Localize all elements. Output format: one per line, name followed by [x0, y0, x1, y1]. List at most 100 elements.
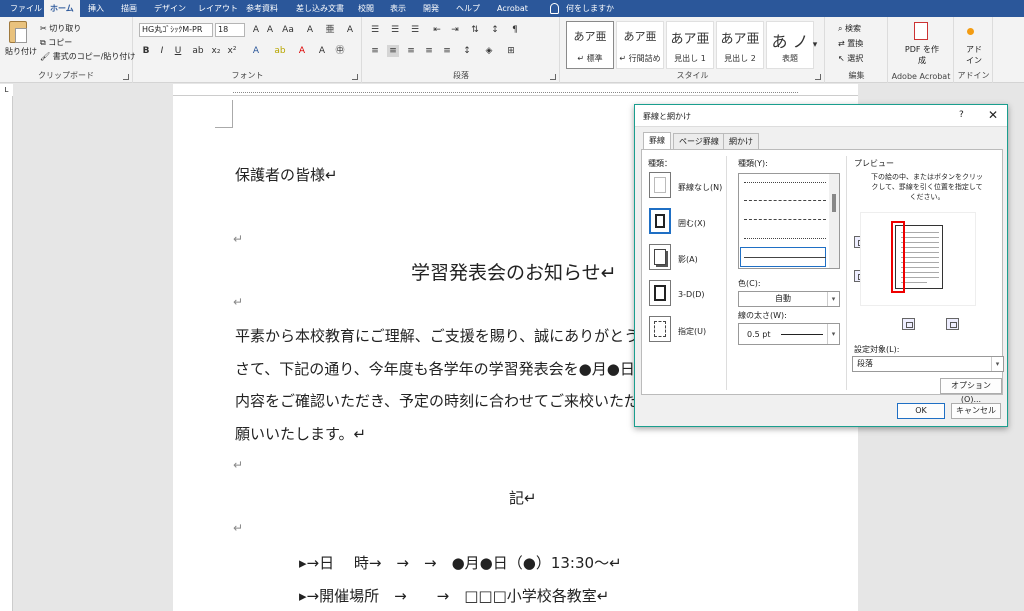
tab-acrobat[interactable]: Acrobat	[491, 0, 534, 17]
show-marks-icon[interactable]: ¶	[509, 24, 521, 36]
style-list-scrollbar[interactable]	[829, 174, 839, 268]
horizontal-ruler[interactable]	[173, 84, 858, 96]
line-style-option[interactable]	[744, 200, 826, 201]
style-heading-1[interactable]: あア亜 見出し 1	[666, 21, 714, 69]
cancel-button[interactable]: キャンセル	[951, 403, 1001, 419]
vertical-ruler[interactable]	[0, 96, 13, 611]
addin-icon[interactable]	[967, 28, 974, 35]
decrease-indent-icon[interactable]: ⇤	[431, 24, 443, 36]
phonetic-icon[interactable]: 亜	[324, 24, 336, 36]
find-button[interactable]: ⌕ 検索	[838, 23, 861, 34]
italic-icon[interactable]: I	[156, 45, 168, 57]
greeting-line[interactable]: 保護者の皆様↵	[235, 164, 338, 185]
setting-3d-button[interactable]	[649, 280, 671, 306]
clear-format-icon[interactable]: A	[304, 24, 316, 36]
bold-icon[interactable]: B	[140, 45, 152, 57]
line-style-option[interactable]	[744, 182, 826, 183]
font-name-field[interactable]: HG丸ｺﾞｼｯｸM-PR	[139, 23, 213, 37]
clipboard-launcher-icon[interactable]	[123, 74, 129, 80]
tab-mailings[interactable]: 差し込み文書	[290, 0, 350, 17]
tab-home[interactable]: ホーム	[44, 0, 80, 17]
line-style-option[interactable]	[744, 257, 826, 258]
tab-shading[interactable]: 網かけ	[723, 133, 759, 149]
copy-button[interactable]: ⧉ コピー	[40, 37, 72, 48]
create-pdf-button[interactable]: PDF を作成	[903, 44, 941, 66]
style-normal[interactable]: あア亜 ↵ 標準	[566, 21, 614, 69]
align-center-icon[interactable]: ≡	[387, 45, 399, 57]
body-line-4[interactable]: 願いいたします。↵	[235, 423, 366, 444]
setting-none-button[interactable]	[649, 172, 671, 198]
line-style-list[interactable]	[738, 173, 840, 269]
style-no-spacing[interactable]: あア亜 ↵ 行間詰め	[616, 21, 664, 69]
tab-layout[interactable]: レイアウト	[192, 0, 244, 17]
document-title[interactable]: 学習発表会のお知らせ↵	[411, 258, 617, 285]
paste-icon[interactable]	[9, 21, 27, 43]
style-heading-2[interactable]: あア亜 見出し 2	[716, 21, 764, 69]
grow-font-icon[interactable]: A	[250, 24, 262, 36]
tab-file[interactable]: ファイル	[4, 0, 48, 17]
setting-shadow-button[interactable]	[649, 244, 671, 270]
border-preview[interactable]	[860, 212, 976, 306]
setting-custom-button[interactable]	[649, 316, 671, 342]
char-shading-icon[interactable]: A	[316, 45, 328, 57]
ki-heading[interactable]: 記↵	[509, 487, 537, 508]
setting-3d-label[interactable]: 3-D(D)	[678, 290, 705, 299]
ok-button[interactable]: OK	[897, 403, 945, 419]
char-border-icon[interactable]: A	[344, 24, 356, 36]
setting-shadow-label[interactable]: 影(A)	[678, 254, 698, 265]
paste-button[interactable]: 貼り付け	[5, 46, 37, 57]
cut-button[interactable]: ✂ 切り取り	[40, 23, 81, 34]
enclose-char-icon[interactable]: ㊥	[334, 45, 346, 57]
align-left-icon[interactable]: ≡	[369, 45, 381, 57]
apply-to-select[interactable]: 段落 ▾	[852, 356, 1004, 372]
multilevel-list-icon[interactable]: ☰	[409, 24, 421, 36]
body-line-3[interactable]: 内容をご確認いただき、予定の時刻に合わせてご来校いただ	[235, 390, 639, 411]
justify-icon[interactable]: ≡	[423, 45, 435, 57]
subscript-icon[interactable]: x₂	[210, 45, 222, 57]
line-spacing-icon[interactable]: ↕	[461, 45, 473, 57]
close-icon[interactable]: ✕	[988, 108, 998, 122]
setting-custom-label[interactable]: 指定(U)	[678, 326, 706, 337]
pdf-icon[interactable]	[914, 22, 928, 40]
increase-indent-icon[interactable]: ⇥	[449, 24, 461, 36]
font-color-icon[interactable]: A	[296, 45, 308, 57]
setting-box-button[interactable]	[649, 208, 671, 234]
line-style-option[interactable]	[744, 238, 826, 239]
help-icon[interactable]: ?	[959, 110, 964, 120]
align-right-icon[interactable]: ≡	[405, 45, 417, 57]
shading-icon[interactable]: ◈	[483, 45, 495, 57]
format-painter-button[interactable]: 🖌 書式のコピー/貼り付け	[40, 51, 135, 62]
body-line-2[interactable]: さて、下記の通り、今年度も各学年の学習発表会を●月●日（	[235, 358, 650, 379]
line-style-option[interactable]	[744, 219, 826, 220]
body-line-1[interactable]: 平素から本校教育にご理解、ご支援を賜り、誠にありがとう	[235, 325, 639, 346]
bullets-icon[interactable]: ☰	[369, 24, 381, 36]
shrink-font-icon[interactable]: A	[264, 24, 276, 36]
distribute-icon[interactable]: ≡	[441, 45, 453, 57]
paragraph-launcher-icon[interactable]	[550, 74, 556, 80]
numbering-icon[interactable]: ☰	[389, 24, 401, 36]
right-border-button[interactable]	[946, 318, 959, 330]
addins-button[interactable]: アド イン	[961, 44, 987, 66]
tell-me-search[interactable]: 何をしますか	[560, 0, 620, 17]
options-button[interactable]: オプション(O)...	[940, 378, 1002, 404]
tab-draw[interactable]: 描画	[115, 0, 143, 17]
tab-view[interactable]: 表示	[384, 0, 412, 17]
borders-icon[interactable]: ⊞	[505, 45, 517, 57]
font-size-field[interactable]: 18	[215, 23, 245, 37]
tab-page-border[interactable]: ページ罫線	[673, 133, 725, 149]
styles-more-icon[interactable]: ▾	[809, 39, 821, 51]
sort-icon[interactable]: ↕	[489, 24, 501, 36]
item-date[interactable]: ▸→日 時→ → → ●月●日（●）13:30～↵	[299, 552, 622, 573]
replace-button[interactable]: ⇄ 置換	[838, 38, 863, 49]
tab-review[interactable]: 校閲	[352, 0, 380, 17]
left-border-button[interactable]	[902, 318, 915, 330]
tab-insert[interactable]: 挿入	[82, 0, 110, 17]
tab-references[interactable]: 参考資料	[240, 0, 284, 17]
tab-design[interactable]: デザイン	[148, 0, 192, 17]
tab-help[interactable]: ヘルプ	[450, 0, 486, 17]
styles-launcher-icon[interactable]	[815, 74, 821, 80]
style-title[interactable]: あ ノ 表題	[766, 21, 814, 69]
tab-borders[interactable]: 罫線	[643, 132, 671, 150]
strikethrough-icon[interactable]: ab	[192, 45, 204, 57]
color-select[interactable]: 自動 ▾	[738, 291, 840, 307]
